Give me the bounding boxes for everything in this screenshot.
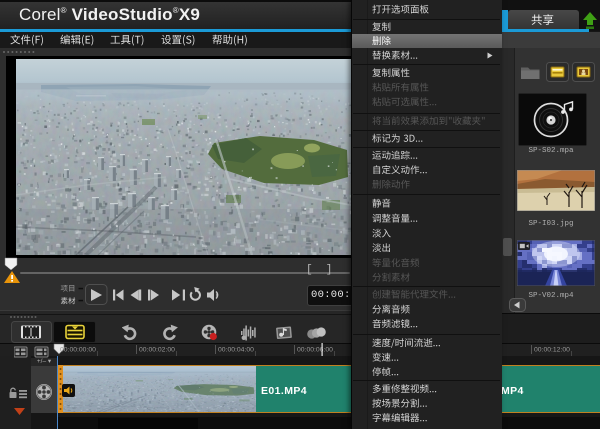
svg-text:00:00:12:00: 00:00:12:00 xyxy=(534,347,570,354)
svg-text:00:00:04:00: 00:00:04:00 xyxy=(218,347,254,354)
svg-text:00:00:02:00: 00:00:02:00 xyxy=(139,347,175,354)
svg-text:00:00:06:00: 00:00:06:00 xyxy=(297,347,333,354)
svg-text:00:00:00:00: 00:00:00:00 xyxy=(60,347,96,354)
